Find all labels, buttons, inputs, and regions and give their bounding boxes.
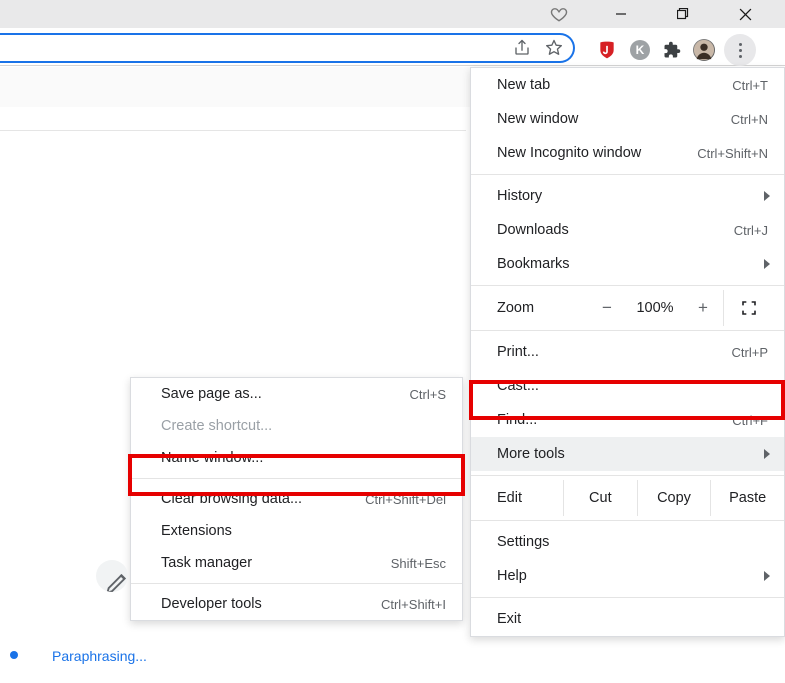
menu-settings[interactable]: Settings bbox=[471, 525, 784, 559]
menu-downloads-label: Downloads bbox=[497, 222, 734, 238]
submenu-name-window-label: Name window... bbox=[161, 450, 446, 466]
submenu-create-shortcut-label: Create shortcut... bbox=[161, 418, 446, 434]
fullscreen-button[interactable] bbox=[723, 290, 773, 326]
submenu-clear-browsing-data[interactable]: Clear browsing data... Ctrl+Shift+Del bbox=[131, 483, 462, 515]
menu-exit[interactable]: Exit bbox=[471, 602, 784, 636]
submenu-extensions[interactable]: Extensions bbox=[131, 515, 462, 547]
menu-separator bbox=[471, 597, 784, 598]
content-divider bbox=[0, 130, 466, 131]
submenu-task-manager-label: Task manager bbox=[161, 555, 391, 571]
menu-separator bbox=[471, 285, 784, 286]
chrome-main-menu: New tab Ctrl+T New window Ctrl+N New Inc… bbox=[470, 67, 785, 637]
menu-edit-row: Edit Cut Copy Paste bbox=[471, 480, 784, 516]
chevron-right-icon bbox=[764, 191, 770, 201]
submenu-save-page-shortcut: Ctrl+S bbox=[410, 387, 446, 402]
menu-cast-label: Cast... bbox=[497, 378, 768, 394]
submenu-task-manager-shortcut: Shift+Esc bbox=[391, 556, 446, 571]
menu-exit-label: Exit bbox=[497, 611, 768, 627]
menu-print-label: Print... bbox=[497, 344, 732, 360]
maximize-button[interactable] bbox=[660, 0, 706, 28]
menu-new-window-label: New window bbox=[497, 111, 731, 127]
chrome-menu-button[interactable] bbox=[724, 34, 756, 66]
share-icon[interactable] bbox=[513, 39, 531, 57]
zoom-value: 100% bbox=[627, 300, 683, 316]
minimize-button[interactable] bbox=[598, 0, 644, 28]
menu-more-tools[interactable]: More tools bbox=[471, 437, 784, 471]
close-button[interactable] bbox=[722, 0, 768, 28]
menu-print[interactable]: Print... Ctrl+P bbox=[471, 335, 784, 369]
submenu-create-shortcut: Create shortcut... bbox=[131, 410, 462, 442]
edit-copy-button[interactable]: Copy bbox=[637, 480, 711, 516]
menu-separator bbox=[131, 583, 462, 584]
submenu-extensions-label: Extensions bbox=[161, 523, 446, 539]
menu-incognito[interactable]: New Incognito window Ctrl+Shift+N bbox=[471, 136, 784, 170]
menu-find[interactable]: Find... Ctrl+F bbox=[471, 403, 784, 437]
submenu-clear-browsing-data-shortcut: Ctrl+Shift+Del bbox=[365, 492, 446, 507]
edit-pencil-icon[interactable] bbox=[96, 560, 128, 592]
more-tools-submenu: Save page as... Ctrl+S Create shortcut..… bbox=[130, 377, 463, 621]
menu-downloads-shortcut: Ctrl+J bbox=[734, 223, 768, 238]
extension-ublock-icon[interactable] bbox=[595, 38, 619, 62]
menu-help[interactable]: Help bbox=[471, 559, 784, 593]
menu-separator bbox=[471, 330, 784, 331]
heart-icon[interactable] bbox=[549, 4, 569, 24]
submenu-developer-tools-label: Developer tools bbox=[161, 596, 381, 612]
bookmark-star-icon[interactable] bbox=[545, 39, 563, 57]
menu-downloads[interactable]: Downloads Ctrl+J bbox=[471, 213, 784, 247]
menu-help-label: Help bbox=[497, 568, 768, 584]
status-dot-icon bbox=[10, 651, 18, 659]
menu-history[interactable]: History bbox=[471, 179, 784, 213]
submenu-developer-tools[interactable]: Developer tools Ctrl+Shift+I bbox=[131, 588, 462, 620]
submenu-clear-browsing-data-label: Clear browsing data... bbox=[161, 491, 365, 507]
menu-bookmarks[interactable]: Bookmarks bbox=[471, 247, 784, 281]
menu-find-label: Find... bbox=[497, 412, 732, 428]
submenu-save-page-label: Save page as... bbox=[161, 386, 410, 402]
edit-cut-button[interactable]: Cut bbox=[563, 480, 637, 516]
zoom-out-button[interactable]: − bbox=[587, 298, 627, 318]
menu-new-tab-label: New tab bbox=[497, 77, 732, 93]
menu-separator bbox=[471, 520, 784, 521]
profile-avatar[interactable] bbox=[692, 38, 716, 62]
address-bar[interactable] bbox=[0, 33, 575, 63]
edit-paste-button[interactable]: Paste bbox=[710, 480, 784, 516]
menu-print-shortcut: Ctrl+P bbox=[732, 345, 768, 360]
submenu-name-window[interactable]: Name window... bbox=[131, 442, 462, 474]
chevron-right-icon bbox=[764, 449, 770, 459]
status-paraphrasing: Paraphrasing... bbox=[52, 648, 147, 664]
menu-zoom-label: Zoom bbox=[497, 300, 587, 316]
menu-find-shortcut: Ctrl+F bbox=[732, 413, 768, 428]
menu-new-window-shortcut: Ctrl+N bbox=[731, 112, 768, 127]
chevron-right-icon bbox=[764, 259, 770, 269]
menu-separator bbox=[471, 475, 784, 476]
extensions-puzzle-icon[interactable] bbox=[660, 38, 684, 62]
menu-separator bbox=[471, 174, 784, 175]
menu-new-tab-shortcut: Ctrl+T bbox=[732, 78, 768, 93]
chevron-right-icon bbox=[764, 571, 770, 581]
menu-settings-label: Settings bbox=[497, 534, 768, 550]
menu-incognito-shortcut: Ctrl+Shift+N bbox=[697, 146, 768, 161]
menu-cast[interactable]: Cast... bbox=[471, 369, 784, 403]
menu-separator bbox=[131, 478, 462, 479]
menu-zoom-row: Zoom − 100% + bbox=[471, 290, 784, 326]
submenu-task-manager[interactable]: Task manager Shift+Esc bbox=[131, 547, 462, 579]
menu-edit-label: Edit bbox=[497, 490, 563, 506]
menu-bookmarks-label: Bookmarks bbox=[497, 256, 768, 272]
extension-k-icon[interactable]: K bbox=[628, 38, 652, 62]
menu-new-window[interactable]: New window Ctrl+N bbox=[471, 102, 784, 136]
menu-history-label: History bbox=[497, 188, 768, 204]
menu-new-tab[interactable]: New tab Ctrl+T bbox=[471, 68, 784, 102]
zoom-in-button[interactable]: + bbox=[683, 298, 723, 318]
window-titlebar bbox=[0, 0, 785, 28]
menu-incognito-label: New Incognito window bbox=[497, 145, 697, 161]
submenu-developer-tools-shortcut: Ctrl+Shift+I bbox=[381, 597, 446, 612]
menu-more-tools-label: More tools bbox=[497, 446, 768, 462]
submenu-save-page[interactable]: Save page as... Ctrl+S bbox=[131, 378, 462, 410]
